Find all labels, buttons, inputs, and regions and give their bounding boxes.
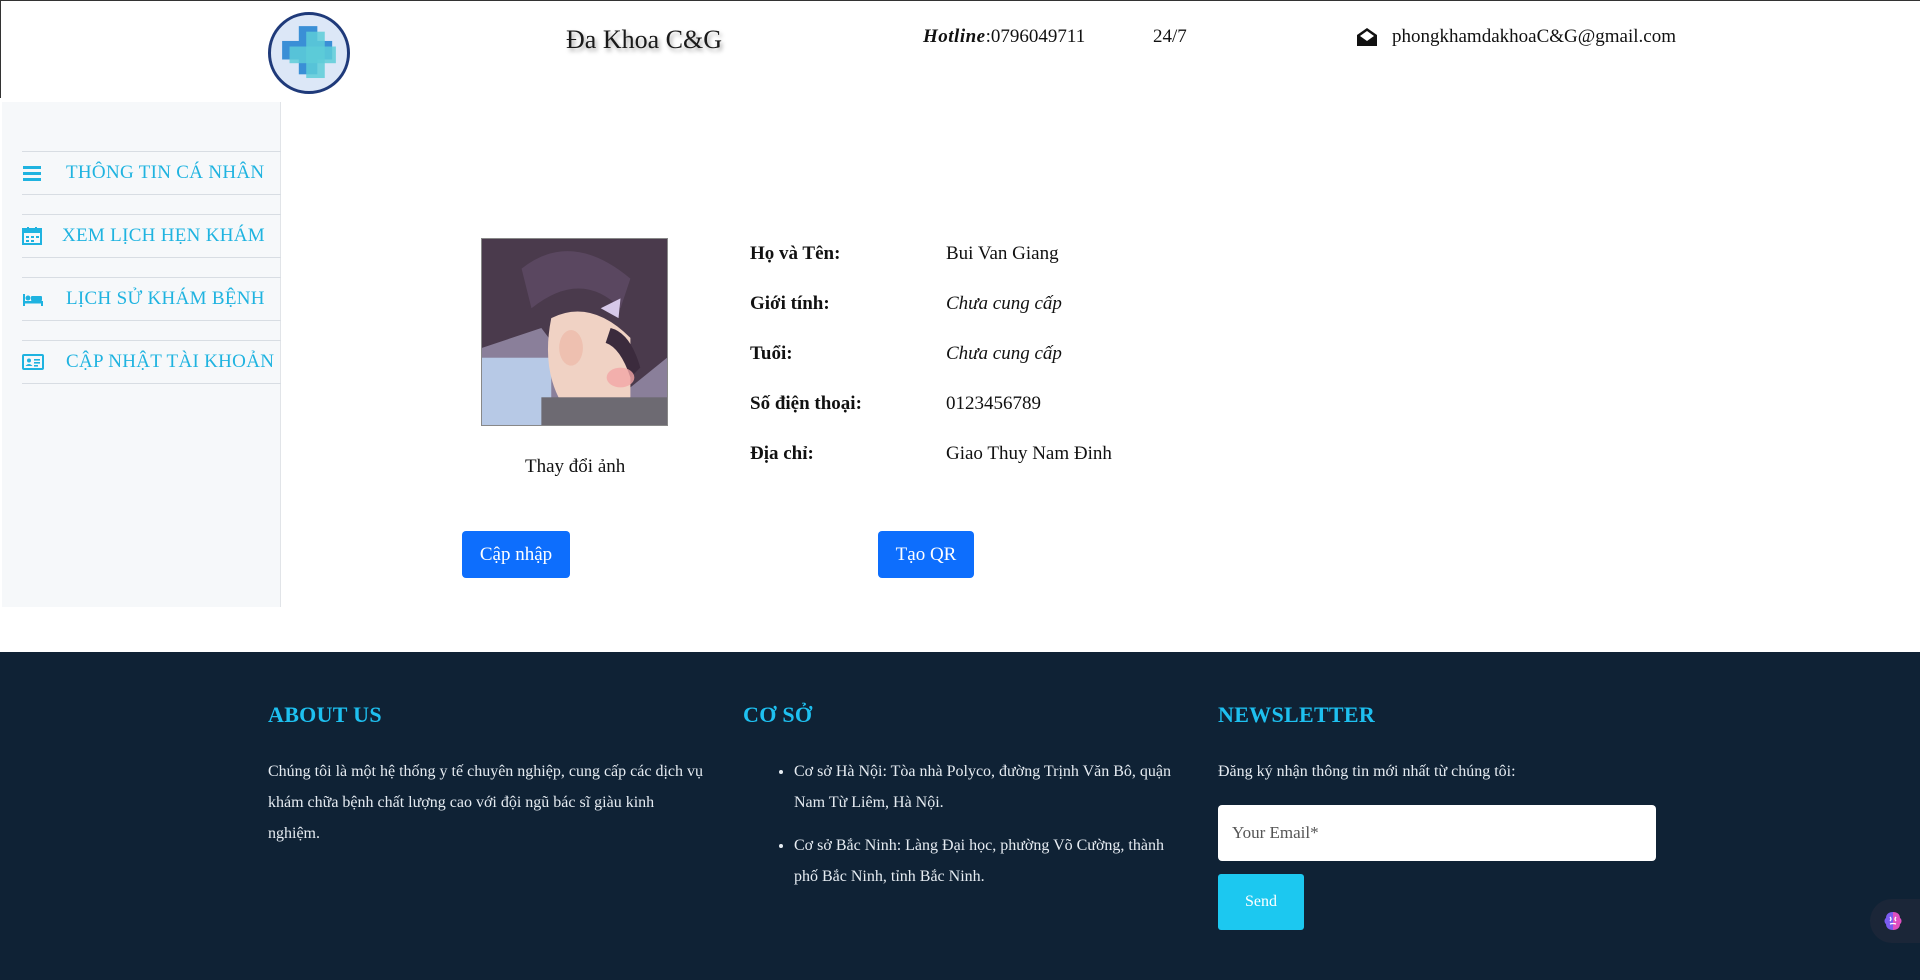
- newsletter-text: Đăng ký nhận thông tin mới nhất từ chúng…: [1218, 763, 1516, 780]
- sidebar-item-personal-info[interactable]: THÔNG TIN CÁ NHÂN: [22, 151, 281, 195]
- newsletter-email-input[interactable]: [1218, 805, 1656, 861]
- sidebar-item-label: XEM LỊCH HẸN KHÁM: [62, 225, 266, 246]
- contact-email: phongkhamdakhoaC&G@gmail.com: [1356, 26, 1676, 48]
- menu-icon: [22, 163, 46, 183]
- value-gender: Chưa cung cấp: [946, 293, 1062, 314]
- branches-heading: CƠ SỞ: [743, 702, 813, 727]
- brain-icon: [1884, 912, 1902, 930]
- medical-cross-icon: [282, 26, 336, 79]
- hotline: Hotline:0796049711: [923, 26, 1085, 48]
- branch-item: Cơ sở Hà Nội: Tòa nhà Polyco, đường Trịn…: [794, 756, 1186, 818]
- value-full-name: Bui Van Giang: [946, 243, 1059, 264]
- profile-avatar: [481, 238, 668, 426]
- newsletter-heading: NEWSLETTER: [1218, 702, 1376, 727]
- label-age: Tuổi:: [750, 343, 793, 364]
- newsletter-send-button[interactable]: Send: [1218, 874, 1304, 930]
- sidebar-item-medical-history[interactable]: LỊCH SỬ KHÁM BỆNH: [22, 277, 281, 321]
- label-full-name: Họ và Tên:: [750, 243, 841, 264]
- sidebar-item-label: THÔNG TIN CÁ NHÂN: [66, 162, 265, 183]
- clinic-logo[interactable]: [268, 12, 350, 94]
- sidebar-item-appointments[interactable]: XEM LỊCH HẸN KHÁM: [22, 214, 281, 258]
- value-age: Chưa cung cấp: [946, 343, 1062, 364]
- assistant-widget[interactable]: [1870, 899, 1920, 943]
- hotline-label: Hotline: [923, 26, 986, 47]
- label-address: Địa chỉ:: [750, 443, 814, 464]
- sidebar-item-update-account[interactable]: CẬP NHẬT TÀI KHOẢN: [22, 340, 281, 384]
- update-button[interactable]: Cập nhập: [462, 531, 570, 578]
- value-phone: 0123456789: [946, 393, 1041, 414]
- site-footer: ABOUT US Chúng tôi là một hệ thống y tế …: [0, 652, 1920, 980]
- brand-name: Đa Khoa C&G: [566, 25, 722, 54]
- hotline-number: :0796049711: [985, 26, 1086, 47]
- sidebar-item-label: CẬP NHẬT TÀI KHOẢN: [66, 351, 275, 372]
- email-address: phongkhamdakhoaC&G@gmail.com: [1392, 26, 1676, 47]
- value-address: Giao Thuy Nam Đinh: [946, 443, 1112, 464]
- change-photo-link[interactable]: Thay đổi ảnh: [525, 456, 625, 478]
- avatar-image: [482, 239, 667, 425]
- create-qr-button[interactable]: Tạo QR: [878, 531, 974, 578]
- bed-icon: [22, 289, 46, 309]
- about-text: Chúng tôi là một hệ thống y tế chuyên ng…: [268, 763, 703, 842]
- sidebar-item-label: LỊCH SỬ KHÁM BỆNH: [66, 288, 265, 309]
- calendar-icon: [22, 226, 46, 246]
- branches-list: Cơ sở Hà Nội: Tòa nhà Polyco, đường Trịn…: [776, 756, 1186, 904]
- label-gender: Giới tính:: [750, 293, 830, 314]
- label-phone: Số điện thoại:: [750, 393, 862, 414]
- opening-hours: 24/7: [1153, 26, 1187, 47]
- branch-item: Cơ sở Bắc Ninh: Làng Đại học, phường Võ …: [794, 830, 1186, 892]
- id-card-icon: [22, 352, 46, 372]
- site-header: Đa Khoa C&G Hotline:0796049711 24/7 phon…: [0, 0, 1920, 98]
- about-heading: ABOUT US: [268, 702, 382, 727]
- sidebar: THÔNG TIN CÁ NHÂN XEM LỊCH HẸN KHÁM LỊCH…: [2, 102, 281, 607]
- envelope-open-icon: [1357, 28, 1377, 46]
